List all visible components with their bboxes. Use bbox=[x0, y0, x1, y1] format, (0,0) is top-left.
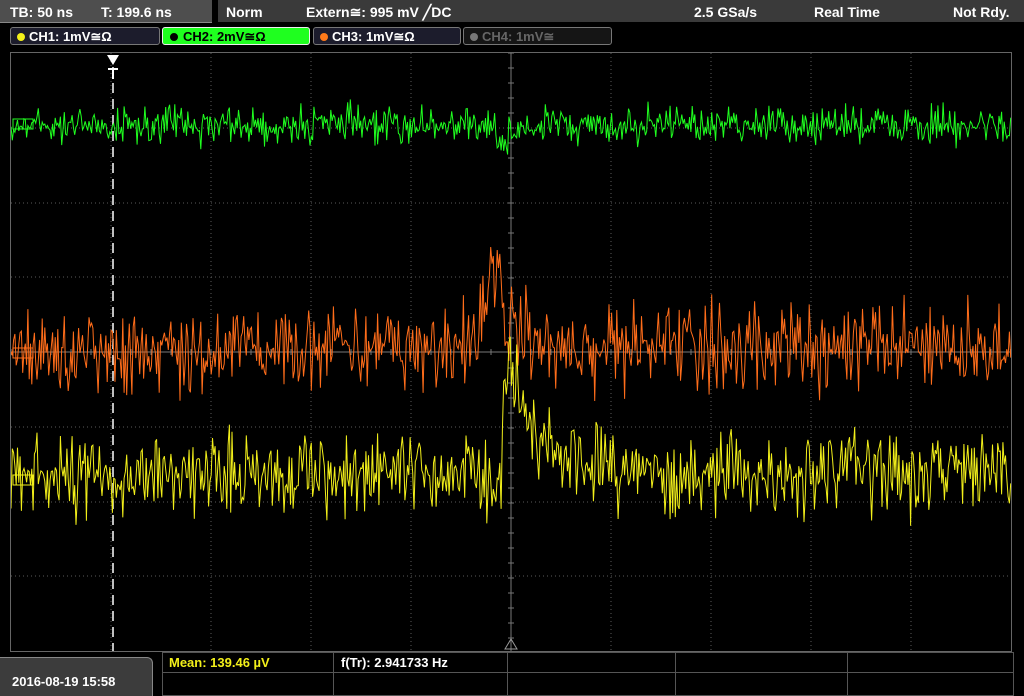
channel-2-color-dot bbox=[169, 31, 179, 42]
trigger-t-icon[interactable] bbox=[107, 55, 119, 65]
sample-rate: 2.5 GSa/s bbox=[694, 4, 758, 20]
bottom-bar: 2016-08-19 15:58 Mean: 139.46 µV f(Tr): … bbox=[0, 652, 1024, 696]
channel-4-label: CH4: 1mV≅ bbox=[482, 29, 555, 44]
trigger-mode[interactable]: Norm bbox=[226, 4, 263, 20]
measurement-table[interactable]: Mean: 139.46 µV f(Tr): 2.941733 Hz bbox=[162, 652, 1014, 696]
acquisition-status-box: Norm Extern≅: 995 mV ╱DC 2.5 GSa/s Real … bbox=[218, 0, 1024, 22]
trigger-time-readout: T: 199.6 ns bbox=[101, 4, 172, 20]
datetime-box: 2016-08-19 15:58 bbox=[0, 657, 153, 696]
channel-3-color-dot bbox=[320, 32, 328, 41]
channel-2-label: CH2: 2mV≅Ω bbox=[183, 29, 266, 44]
acquisition-state: Not Rdy. bbox=[953, 4, 1010, 20]
channel-4-button[interactable]: CH4: 1mV≅ bbox=[463, 27, 612, 45]
timebase-box[interactable]: TB: 50 ns T: 199.6 ns bbox=[0, 0, 212, 23]
waveform-display[interactable] bbox=[10, 52, 1012, 652]
trigger-source[interactable]: Extern≅: 995 mV ╱DC bbox=[306, 4, 451, 21]
channel-3-button[interactable]: CH3: 1mV≅Ω bbox=[313, 27, 461, 45]
datetime: 2016-08-19 15:58 bbox=[12, 674, 116, 689]
measurement-mean[interactable]: Mean: 139.46 µV bbox=[169, 655, 270, 670]
channel-1-color-dot bbox=[17, 32, 25, 41]
timebase-readout: TB: 50 ns bbox=[10, 4, 74, 20]
channel-1-label: CH1: 1mV≅Ω bbox=[29, 29, 112, 44]
channel-1-button[interactable]: CH1: 1mV≅Ω bbox=[10, 27, 160, 45]
channel-3-label: CH3: 1mV≅Ω bbox=[332, 29, 415, 44]
channel-bar: CH1: 1mV≅Ω CH2: 2mV≅Ω CH3: 1mV≅Ω CH4: 1m… bbox=[0, 24, 1024, 48]
acquisition-mode: Real Time bbox=[814, 4, 880, 20]
channel-2-button[interactable]: CH2: 2mV≅Ω bbox=[162, 27, 310, 45]
channel-4-color-dot bbox=[470, 32, 478, 41]
measurement-trigger-frequency[interactable]: f(Tr): 2.941733 Hz bbox=[341, 655, 448, 670]
status-bar: TB: 50 ns T: 199.6 ns Norm Extern≅: 995 … bbox=[0, 0, 1024, 24]
waveform-area bbox=[11, 53, 1011, 651]
